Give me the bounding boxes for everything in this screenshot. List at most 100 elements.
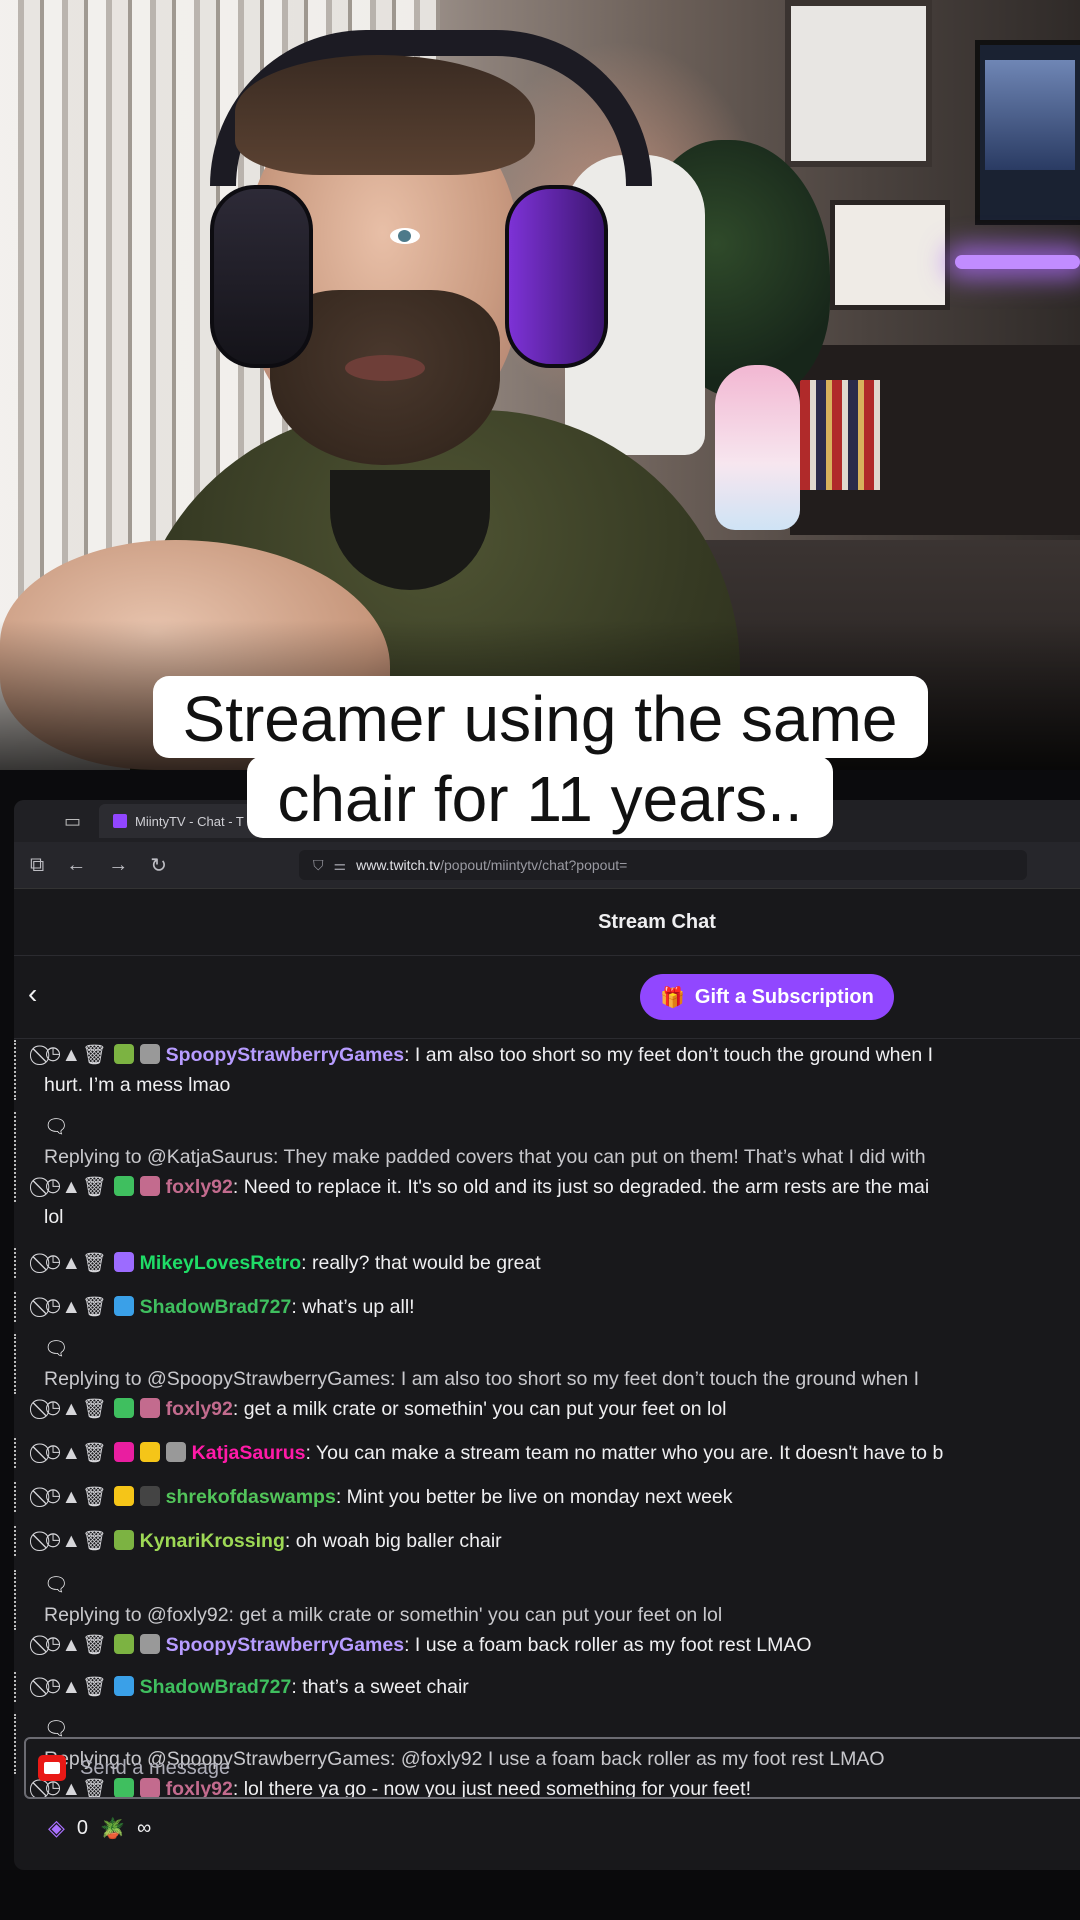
reply-context[interactable]: Replying to @foxly92: get a milk crate o…	[44, 1600, 1080, 1630]
tab-actions-icon[interactable]: ⧉	[30, 854, 44, 877]
collapse-chevron-icon[interactable]: ‹	[28, 978, 37, 1010]
mod-action-icons[interactable]: ⃠◷▲🗑	[44, 1398, 108, 1420]
chat-message-text: : I am also too short so my feet don’t t…	[404, 1044, 934, 1066]
user-badge-icon[interactable]	[113, 1176, 134, 1196]
mod-action-icons[interactable]: ⃠◷▲🗑	[44, 1676, 108, 1698]
mod-action-icons[interactable]: ⃠◷▲🗑	[44, 1044, 108, 1066]
address-bar[interactable]: ⛉ ⚌ www.twitch.tv/popout/miintytv/chat?p…	[299, 850, 1028, 880]
shield-icon: ⛉	[313, 856, 324, 873]
chat-message-text: : oh woah big baller chair	[284, 1530, 502, 1552]
chat-username[interactable]: SpoopyStrawberryGames	[166, 1044, 404, 1066]
chat-message[interactable]: ⃠◷▲🗑 ShadowBrad727: that’s a sweet chair	[14, 1672, 1080, 1702]
video-frame	[0, 0, 1080, 770]
forward-arrow-icon[interactable]: →	[108, 854, 128, 877]
chat-message[interactable]: ⃠◷▲🗑 ShadowBrad727: what’s up all!	[14, 1292, 1080, 1322]
site-settings-icon[interactable]: ⚌	[334, 857, 347, 874]
caption-line-2: chair for 11 years..	[247, 756, 833, 838]
message-rail	[14, 1334, 22, 1394]
mod-action-icons[interactable]: ⃠◷▲🗑	[44, 1176, 108, 1198]
headphone-cup-left	[210, 185, 313, 368]
message-rail	[14, 1292, 22, 1322]
reply-context[interactable]: Replying to @KatjaSaurus: They make padd…	[44, 1142, 1080, 1172]
chat-message-continuation: lol	[44, 1206, 64, 1228]
eye	[390, 228, 420, 244]
chat-message[interactable]: 🗨 Replying to @KatjaSaurus: They make pa…	[14, 1112, 1080, 1232]
user-badge-icon[interactable]	[113, 1398, 134, 1418]
back-arrow-icon[interactable]: ←	[66, 854, 86, 877]
user-badge-icon[interactable]	[113, 1676, 134, 1696]
chat-username[interactable]: ShadowBrad727	[140, 1296, 292, 1318]
user-badge-icon[interactable]	[139, 1176, 160, 1196]
mod-action-icons[interactable]: ⃠◷▲🗑	[44, 1442, 108, 1464]
chat-message-continuation: hurt. I’m a mess lmao	[44, 1074, 231, 1096]
user-badge-icon[interactable]	[113, 1296, 134, 1316]
chat-message[interactable]: ⃠◷▲🗑 MikeyLovesRetro: really? that would …	[14, 1248, 1080, 1278]
browser-toolbar: ⧉ ← → ↻ ⛉ ⚌ www.twitch.tv/popout/miintyt…	[14, 842, 1080, 889]
books	[800, 380, 880, 490]
mod-action-icons[interactable]: ⃠◷▲🗑	[44, 1296, 108, 1318]
mod-action-icons[interactable]: ⃠◷▲🗑	[44, 1486, 108, 1508]
chat-username[interactable]: SpoopyStrawberryGames	[166, 1634, 404, 1656]
plant-icon: 🪴	[100, 1817, 125, 1840]
mod-action-icons[interactable]: ⃠◷▲🗑	[44, 1634, 108, 1656]
channel-points-icon[interactable]: ◈	[48, 1815, 65, 1841]
reload-icon[interactable]: ↻	[150, 853, 167, 878]
user-badge-icon[interactable]	[113, 1634, 134, 1654]
points-count: 0	[76, 1816, 89, 1839]
user-badge-icon[interactable]	[165, 1442, 186, 1462]
user-badge-icon[interactable]	[139, 1634, 160, 1654]
chat-message-text: : I use a foam back roller as my foot re…	[404, 1634, 812, 1656]
mod-action-icons[interactable]: ⃠◷▲🗑	[44, 1530, 108, 1552]
message-rail	[14, 1248, 22, 1278]
chat-message[interactable]: ⃠◷▲🗑 KynariKrossing: oh woah big baller c…	[14, 1526, 1080, 1556]
caption-line-1: Streamer using the same	[152, 676, 928, 758]
chat-input-placeholder: Send a message	[80, 1756, 231, 1779]
chat-message[interactable]: 🗨 Replying to @foxly92: get a milk crate…	[14, 1570, 1080, 1660]
chat-message-text: : Need to replace it. It's so old and it…	[232, 1176, 930, 1198]
chat-header: Stream Chat	[14, 889, 1080, 956]
neon-light	[955, 255, 1080, 269]
message-rail	[14, 1040, 22, 1100]
chat-message[interactable]: ⃠◷▲🗑 KatjaSaurus: You can make a stream t…	[14, 1438, 1080, 1468]
chat-title: Stream Chat	[598, 910, 716, 933]
reply-context[interactable]: Replying to @SpoopyStrawberryGames: I am…	[44, 1364, 1080, 1394]
user-badge-icon[interactable]	[139, 1486, 160, 1506]
message-rail	[14, 1482, 22, 1512]
message-rail	[14, 1570, 22, 1630]
user-badge-icon[interactable]	[139, 1442, 160, 1462]
user-badge-icon[interactable]	[113, 1044, 134, 1064]
chat-footer: ◈ 0 🪴 ∞	[48, 1815, 151, 1841]
chat-actions-row: ‹ 🎁 Gift a Subscription	[14, 956, 1080, 1039]
chat-username[interactable]: foxly92	[166, 1398, 233, 1420]
chat-username[interactable]: MikeyLovesRetro	[140, 1252, 301, 1274]
mod-action-icons[interactable]: ⃠◷▲🗑	[44, 1252, 108, 1274]
user-badge-icon[interactable]	[139, 1044, 160, 1064]
chat-message[interactable]: ⃠◷▲🗑 shrekofdaswamps: Mint you better be …	[14, 1482, 1080, 1512]
message-rail	[14, 1112, 22, 1202]
chat-username[interactable]: ShadowBrad727	[140, 1676, 292, 1698]
chat-message-list: ⃠◷▲🗑 SpoopyStrawberryGames: I am also too…	[14, 1032, 1080, 1804]
camera-icon	[38, 1755, 66, 1781]
chat-message[interactable]: 🗨 Replying to @SpoopyStrawberryGames: I …	[14, 1334, 1080, 1424]
chat-username[interactable]: KatjaSaurus	[192, 1442, 306, 1464]
chat-message-text: : that’s a sweet chair	[291, 1676, 469, 1698]
chat-username[interactable]: KynariKrossing	[140, 1530, 285, 1552]
gift-subscription-button[interactable]: 🎁 Gift a Subscription	[640, 974, 894, 1020]
wall-frame	[785, 0, 932, 167]
wall-frame-small	[830, 200, 950, 310]
chat-username[interactable]: foxly92	[166, 1176, 233, 1198]
reply-icon: 🗨	[44, 1574, 69, 1596]
user-badge-icon[interactable]	[113, 1442, 134, 1462]
chat-message[interactable]: ⃠◷▲🗑 SpoopyStrawberryGames: I am also too…	[14, 1040, 1080, 1100]
plush-figurine	[715, 365, 800, 530]
chat-input[interactable]: Send a message	[24, 1737, 1080, 1799]
chat-message-text: : really? that would be great	[301, 1252, 541, 1274]
chat-username[interactable]: shrekofdaswamps	[166, 1486, 336, 1508]
chat-message-text: : You can make a stream team no matter w…	[305, 1442, 944, 1464]
user-badge-icon[interactable]	[113, 1486, 134, 1506]
user-badge-icon[interactable]	[113, 1252, 134, 1272]
user-badge-icon[interactable]	[139, 1398, 160, 1418]
user-badge-icon[interactable]	[113, 1530, 134, 1550]
message-rail	[14, 1714, 22, 1774]
mouth	[345, 355, 425, 381]
